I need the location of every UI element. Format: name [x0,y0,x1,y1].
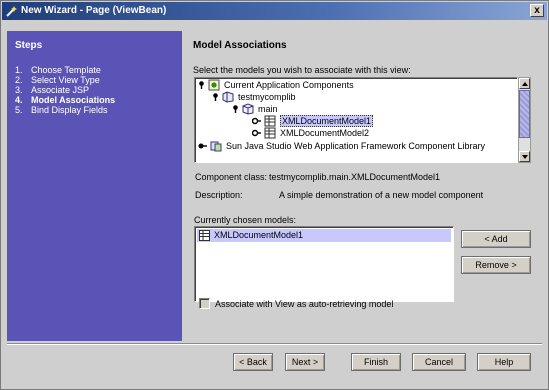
step-item: 2. Select View Type [15,75,115,85]
title-bar[interactable]: New Wizard - Page (ViewBean) x [2,2,547,20]
chosen-model-label: XMLDocumentModel1 [214,230,304,240]
tree-expand-handle-icon[interactable] [232,105,239,113]
cancel-button[interactable]: Cancel [412,353,466,371]
auto-retrieve-label: Associate with View as auto-retrieving m… [215,299,394,309]
component-class-value: testmycomplib.main.XMLDocumentModel1 [269,172,441,182]
scroll-up-button[interactable] [519,78,530,89]
step-number: 3. [15,85,23,95]
step-label: Bind Display Fields [31,105,108,115]
tree-node-label: Current Application Components [224,80,354,90]
button-separator [7,343,542,345]
step-number: 5. [15,105,23,115]
model-table-icon [264,127,276,139]
application-components-icon [208,79,220,91]
arrow-up-icon [522,82,528,86]
step-item: 5. Bind Display Fields [15,105,115,115]
model-table-icon [199,230,210,241]
model-tree[interactable]: Current Application Components testmycom… [194,77,518,163]
tree-node-label: testmycomplib [238,92,296,102]
auto-retrieve-checkbox[interactable] [199,298,210,309]
chosen-models-list[interactable]: XMLDocumentModel1 [194,226,454,302]
chosen-models-label: Currently chosen models: [194,215,297,225]
step-label: Select View Type [31,75,100,85]
finish-button[interactable]: Finish [351,353,401,371]
remove-button[interactable]: Remove > [461,256,531,274]
description-label: Description: [195,190,243,200]
package-icon [242,103,254,115]
tree-leaf-connector-icon [252,117,261,125]
step-label: Associate JSP [31,85,90,95]
scroll-thumb[interactable] [519,90,530,138]
back-button[interactable]: < Back [233,353,273,371]
steps-list: 1. Choose Template 2. Select View Type 3. A… [15,65,115,115]
next-button[interactable]: Next > [285,353,325,371]
step-number: 2. [15,75,23,85]
arrow-down-icon [522,155,528,159]
tree-node-label: XMLDocumentModel2 [280,128,370,138]
library-icon [222,91,234,103]
chosen-model-item[interactable]: XMLDocumentModel1 [197,229,451,242]
page-title: Model Associations [193,40,287,51]
steps-panel: Steps 1. Choose Template 2. Select View Ty… [7,31,182,341]
step-item: 1. Choose Template [15,65,115,75]
component-class-label: Component class: [195,172,268,182]
tree-collapsed-handle-icon[interactable] [198,142,207,150]
close-button[interactable]: x [530,4,544,17]
tree-node-label: Sun Java Studio Web Application Framewor… [226,141,485,151]
main-content: Model Associations Select the models you… [191,31,541,341]
model-table-icon [264,115,276,127]
description-value: A simple demonstration of a new model co… [279,190,484,200]
component-library-icon [210,141,222,152]
window-title: New Wizard - Page (ViewBean) [21,5,167,16]
help-button[interactable]: Help [477,353,531,371]
add-button[interactable]: < Add [461,230,531,248]
tree-node-label-selected: XMLDocumentModel1 [280,115,374,127]
step-number: 4. [15,95,23,105]
tree-leaf-connector-icon [252,129,261,137]
tree-vertical-scrollbar[interactable] [518,77,531,163]
tree-expand-handle-icon[interactable] [212,93,219,101]
tree-node-label: main [258,104,278,114]
step-item-current: 4. Model Associations [15,95,115,105]
step-label: Choose Template [31,65,101,75]
steps-title: Steps [15,40,43,51]
tree-expand-handle-icon[interactable] [198,81,205,89]
scroll-down-button[interactable] [519,151,530,162]
step-number: 1. [15,65,23,75]
step-label: Model Associations [31,95,116,105]
select-models-label: Select the models you wish to associate … [193,65,411,75]
step-item: 3. Associate JSP [15,85,115,95]
wizard-window: New Wizard - Page (ViewBean) x Steps 1. C… [0,0,549,390]
wizard-app-icon [6,6,17,17]
